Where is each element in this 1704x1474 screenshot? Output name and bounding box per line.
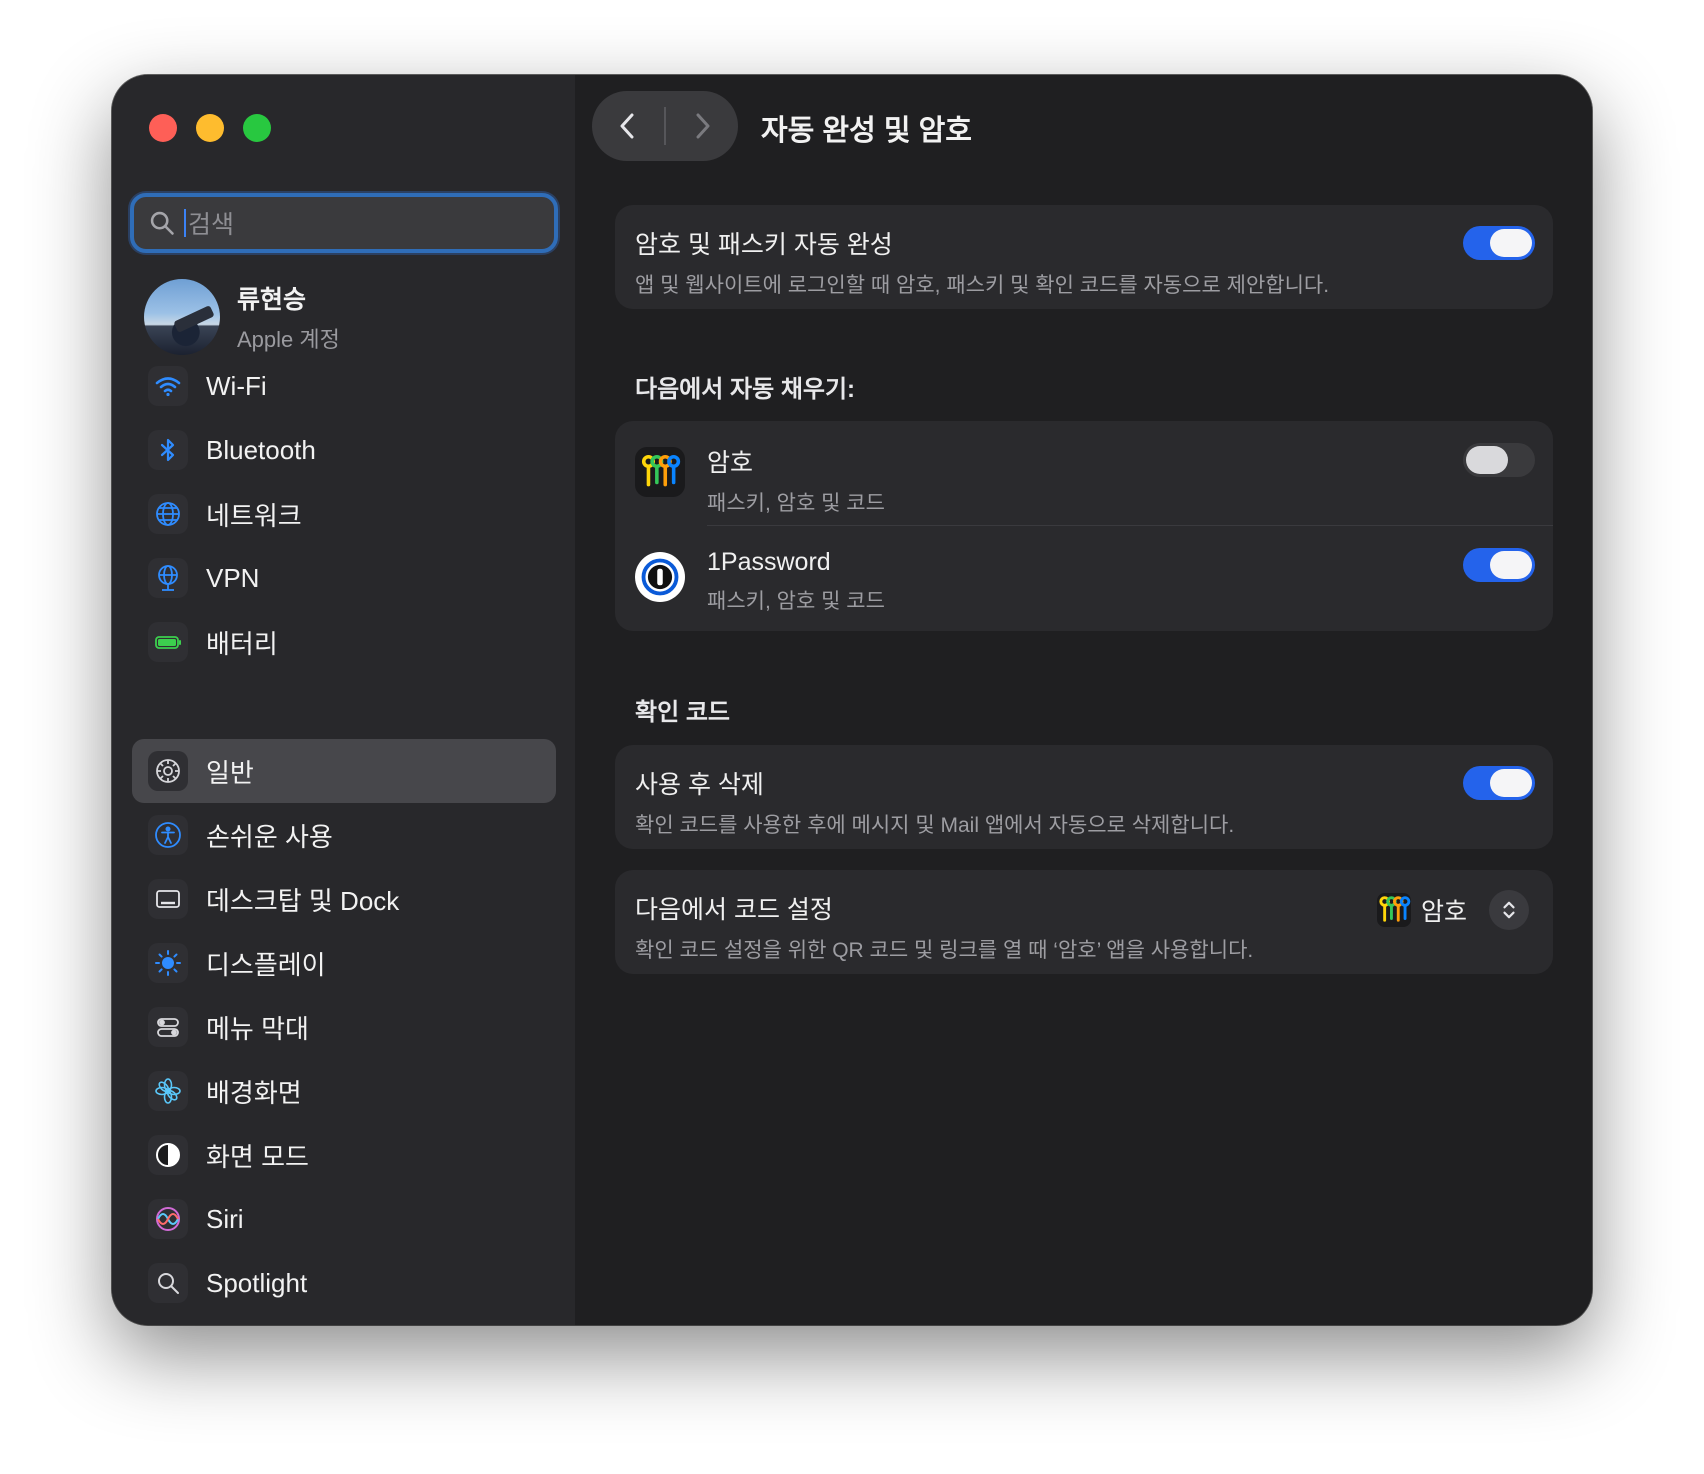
wallpaper-flower-icon <box>148 1071 188 1111</box>
sidebar-item-accessibility[interactable]: 손쉬운 사용 <box>132 803 556 867</box>
delete-after-use-toggle[interactable] <box>1463 766 1535 800</box>
dock-icon <box>148 879 188 919</box>
sidebar-item-label: Bluetooth <box>206 434 316 465</box>
bluetooth-icon <box>148 430 188 470</box>
fill-from-row-1password: 1Password 패스키, 암호 및 코드 <box>615 526 1553 631</box>
fill-from-card: 암호 패스키, 암호 및 코드 1Password 패스키, 암호 및 코드 <box>615 421 1553 631</box>
sidebar-item-label: 손쉬운 사용 <box>206 821 333 852</box>
row-title: 사용 후 삭제 <box>635 771 764 799</box>
accessibility-icon <box>148 815 188 855</box>
delete-after-use-row: 사용 후 삭제 확인 코드를 사용한 후에 메시지 및 Mail 앱에서 자동으… <box>615 745 1553 839</box>
sidebar-item-vpn[interactable]: VPN <box>132 546 556 610</box>
text-caret <box>184 209 186 237</box>
sidebar-item-label: 배터리 <box>206 628 278 659</box>
search-input[interactable]: 검색 <box>130 193 558 253</box>
sidebar: 검색 류현승 Apple 계정 Wi-Fi Bluetooth 네트워크 VPN… <box>112 75 575 1325</box>
sidebar-item-label: VPN <box>206 562 260 593</box>
row-subtitle: 패스키, 암호 및 코드 <box>707 590 885 613</box>
account-name: 류현승 <box>237 286 307 314</box>
toggle-knob <box>1466 446 1508 474</box>
minimize-button[interactable] <box>196 114 224 142</box>
sidebar-item-desktop-dock[interactable]: 데스크탑 및 Dock <box>132 867 556 931</box>
sidebar-item-label: Wi-Fi <box>206 370 267 401</box>
menubar-toggle-icon <box>148 1007 188 1047</box>
section-title-fill-from: 다음에서 자동 채우기: <box>635 376 856 403</box>
popup-value: 암호 <box>1420 898 1467 926</box>
setup-codes-card: 다음에서 코드 설정 확인 코드 설정을 위한 QR 코드 및 링크를 열 때 … <box>615 870 1553 974</box>
chevron-right-icon <box>696 113 710 139</box>
forward-button[interactable] <box>666 91 738 161</box>
avatar <box>144 279 220 355</box>
sidebar-item-wallpaper[interactable]: 배경화면 <box>132 1059 556 1123</box>
window-controls <box>149 114 271 142</box>
sidebar-item-spotlight[interactable]: Spotlight <box>132 1251 556 1315</box>
1password-icon <box>635 552 685 602</box>
row-title: 암호 <box>707 449 754 477</box>
back-button[interactable] <box>592 91 664 161</box>
autofill-card: 암호 및 패스키 자동 완성 앱 및 웹사이트에 로그인할 때 암호, 패스키 … <box>615 205 1553 309</box>
battery-icon <box>148 622 188 662</box>
section-title-verification: 확인 코드 <box>635 699 730 726</box>
sidebar-item-network[interactable]: 네트워크 <box>132 482 556 546</box>
magnifier-icon <box>148 1263 188 1303</box>
sidebar-item-label: 네트워크 <box>206 500 302 531</box>
toggle-knob <box>1490 769 1532 797</box>
toggle-knob <box>1490 229 1532 257</box>
toggle-knob <box>1490 551 1532 579</box>
autofill-toggle[interactable] <box>1463 226 1535 260</box>
row-subtitle: 패스키, 암호 및 코드 <box>707 492 885 515</box>
apple-account[interactable]: 류현승 Apple 계정 <box>144 279 340 355</box>
sidebar-group-network: Wi-Fi Bluetooth 네트워크 VPN 배터리 <box>132 354 556 674</box>
sidebar-item-displays[interactable]: 디스플레이 <box>132 931 556 995</box>
sidebar-item-label: 데스크탑 및 Dock <box>206 885 400 916</box>
setup-codes-app-popup[interactable]: 암호 <box>1376 890 1529 930</box>
row-subtitle: 확인 코드 설정을 위한 QR 코드 및 링크를 열 때 ‘암호’ 앱을 사용합… <box>635 939 1254 962</box>
sidebar-group-system: 일반 손쉬운 사용 데스크탑 및 Dock 디스플레이 메뉴 막대 배경화면 화… <box>132 739 556 1315</box>
fill-from-row-passwords: 암호 패스키, 암호 및 코드 <box>615 421 1553 526</box>
sidebar-item-menu-bar[interactable]: 메뉴 막대 <box>132 995 556 1059</box>
zoom-button[interactable] <box>243 114 271 142</box>
main-pane: 자동 완성 및 암호 암호 및 패스키 자동 완성 앱 및 웹사이트에 로그인할… <box>575 75 1592 1325</box>
sidebar-item-label: Spotlight <box>206 1267 308 1298</box>
screen-mode-icon <box>148 1135 188 1175</box>
sidebar-item-general[interactable]: 일반 <box>132 739 556 803</box>
sidebar-item-bluetooth[interactable]: Bluetooth <box>132 418 556 482</box>
search-icon <box>150 211 174 235</box>
sidebar-item-label: 화면 모드 <box>206 1141 309 1172</box>
passwords-toggle[interactable] <box>1463 443 1535 477</box>
settings-window: 검색 류현승 Apple 계정 Wi-Fi Bluetooth 네트워크 VPN… <box>112 75 1592 1325</box>
search-placeholder: 검색 <box>188 211 235 239</box>
wifi-icon <box>148 366 188 406</box>
sidebar-item-wifi[interactable]: Wi-Fi <box>132 354 556 418</box>
row-title: 1Password <box>707 548 831 576</box>
sidebar-item-label: 배경화면 <box>206 1077 302 1108</box>
gear-icon <box>148 751 188 791</box>
page-title: 자동 완성 및 암호 <box>761 115 972 147</box>
close-button[interactable] <box>149 114 177 142</box>
passwords-keys-icon <box>635 447 685 497</box>
siri-icon <box>148 1199 188 1239</box>
sidebar-item-label: 메뉴 막대 <box>206 1013 309 1044</box>
account-subtitle: Apple 계정 <box>237 327 340 352</box>
1password-toggle[interactable] <box>1463 548 1535 582</box>
row-subtitle: 확인 코드를 사용한 후에 메시지 및 Mail 앱에서 자동으로 삭제합니다. <box>635 814 1235 837</box>
chevron-up-down-icon[interactable] <box>1489 890 1529 930</box>
passwords-keys-icon <box>1376 893 1411 927</box>
sidebar-item-label: 디스플레이 <box>206 949 326 980</box>
sidebar-item-label: Siri <box>206 1203 244 1234</box>
vpn-globe-icon <box>148 558 188 598</box>
row-subtitle: 앱 및 웹사이트에 로그인할 때 암호, 패스키 및 확인 코드를 자동으로 제… <box>635 274 1330 297</box>
autofill-row: 암호 및 패스키 자동 완성 앱 및 웹사이트에 로그인할 때 암호, 패스키 … <box>615 205 1553 299</box>
sidebar-item-appearance[interactable]: 화면 모드 <box>132 1123 556 1187</box>
chevron-left-icon <box>620 113 634 139</box>
globe-icon <box>148 494 188 534</box>
sidebar-item-label: 일반 <box>206 757 254 788</box>
delete-after-use-card: 사용 후 삭제 확인 코드를 사용한 후에 메시지 및 Mail 앱에서 자동으… <box>615 745 1553 849</box>
sidebar-item-battery[interactable]: 배터리 <box>132 610 556 674</box>
brightness-icon <box>148 943 188 983</box>
row-title: 암호 및 패스키 자동 완성 <box>635 231 893 259</box>
sidebar-item-siri[interactable]: Siri <box>132 1187 556 1251</box>
history-nav <box>592 91 738 161</box>
